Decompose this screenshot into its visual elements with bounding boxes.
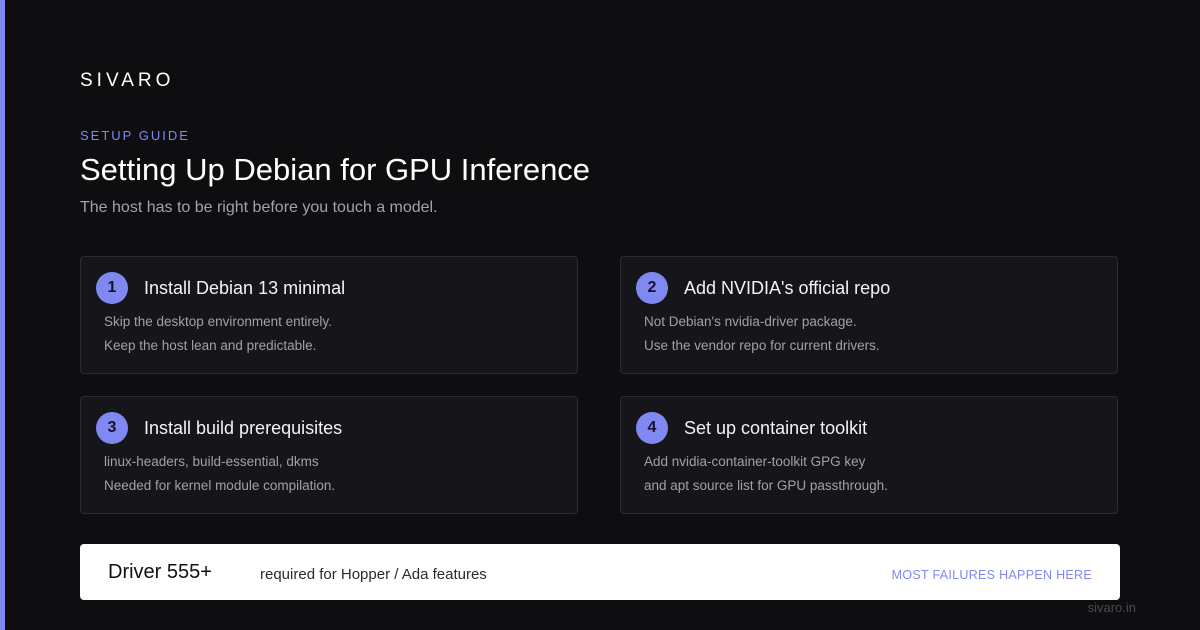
callout-driver-version: Driver 555+ xyxy=(108,561,212,583)
step-description-line: Skip the desktop environment entirely. xyxy=(104,314,332,329)
eyebrow-label: SETUP GUIDE xyxy=(80,128,190,143)
step-description-line: and apt source list for GPU passthrough. xyxy=(644,478,888,493)
step-description-line: linux-headers, build-essential, dkms xyxy=(104,454,319,469)
page-title: Setting Up Debian for GPU Inference xyxy=(80,152,591,187)
step-description-line: Needed for kernel module compilation. xyxy=(104,478,336,493)
callout-warning-note: MOST FAILURES HAPPEN HERE xyxy=(891,568,1092,582)
callout-description: required for Hopper / Ada features xyxy=(260,566,487,583)
driver-callout-banner: Driver 555+ required for Hopper / Ada fe… xyxy=(80,544,1120,600)
step-number-badge: 4 xyxy=(636,412,668,444)
accent-bar xyxy=(0,0,5,630)
step-description-line: Not Debian's nvidia-driver package. xyxy=(644,314,857,329)
step-title: Install Debian 13 minimal xyxy=(144,278,346,298)
step-card-3: 3 Install build prerequisites linux-head… xyxy=(80,396,578,514)
step-card-2: 2 Add NVIDIA's official repo Not Debian'… xyxy=(620,256,1118,374)
step-number-badge: 2 xyxy=(636,272,668,304)
step-number-badge: 3 xyxy=(96,412,128,444)
brand-logo: SIVARO xyxy=(80,70,175,91)
step-title: Install build prerequisites xyxy=(144,418,343,438)
step-title: Add NVIDIA's official repo xyxy=(684,278,891,298)
step-card-1: 1 Install Debian 13 minimal Skip the des… xyxy=(80,256,578,374)
step-card-4: 4 Set up container toolkit Add nvidia-co… xyxy=(620,396,1118,514)
step-description-line: Keep the host lean and predictable. xyxy=(104,338,317,353)
step-description-line: Add nvidia-container-toolkit GPG key xyxy=(644,454,866,469)
step-title: Set up container toolkit xyxy=(684,418,868,438)
step-number-badge: 1 xyxy=(96,272,128,304)
step-description-line: Use the vendor repo for current drivers. xyxy=(644,338,880,353)
page-subtitle: The host has to be right before you touc… xyxy=(80,199,438,216)
footer-url: sivaro.in xyxy=(1087,600,1136,615)
